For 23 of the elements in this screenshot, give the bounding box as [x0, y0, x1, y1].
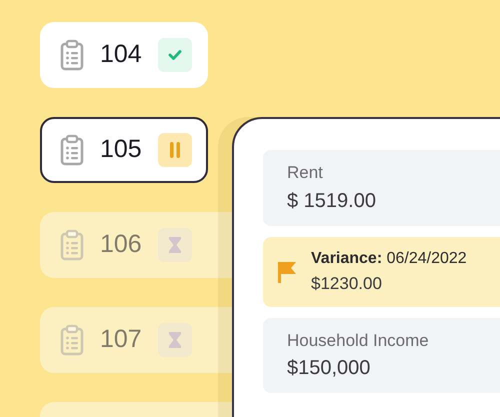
ticket-number: 105 — [100, 134, 142, 166]
hourglass-icon — [168, 332, 181, 348]
ticket-card[interactable]: 104 — [40, 22, 208, 88]
clipboard-icon — [60, 134, 84, 166]
ticket-number: 104 — [100, 39, 142, 70]
clipboard-icon — [60, 39, 84, 71]
field-value: $ 1519.00 — [287, 188, 377, 214]
hourglass-icon — [168, 237, 181, 253]
clipboard-icon — [60, 324, 84, 356]
field-label: Household Income — [287, 330, 430, 352]
clipboard-icon — [60, 229, 84, 261]
field-label: Rent — [287, 162, 324, 184]
field-value: $1230.00 — [311, 272, 383, 295]
field-label: Variance: 06/24/2022 — [311, 248, 467, 269]
ticket-card[interactable]: 105 — [40, 117, 208, 183]
ticket-card[interactable]: 106 — [40, 212, 232, 278]
ticket-number: 106 — [100, 229, 142, 260]
ticket-number: 107 — [100, 324, 142, 356]
field-value: $150,000 — [287, 356, 372, 381]
check-icon — [168, 49, 182, 61]
flag-icon — [277, 260, 297, 284]
ticket-card[interactable]: 107 — [40, 307, 232, 373]
pause-icon — [170, 142, 180, 158]
